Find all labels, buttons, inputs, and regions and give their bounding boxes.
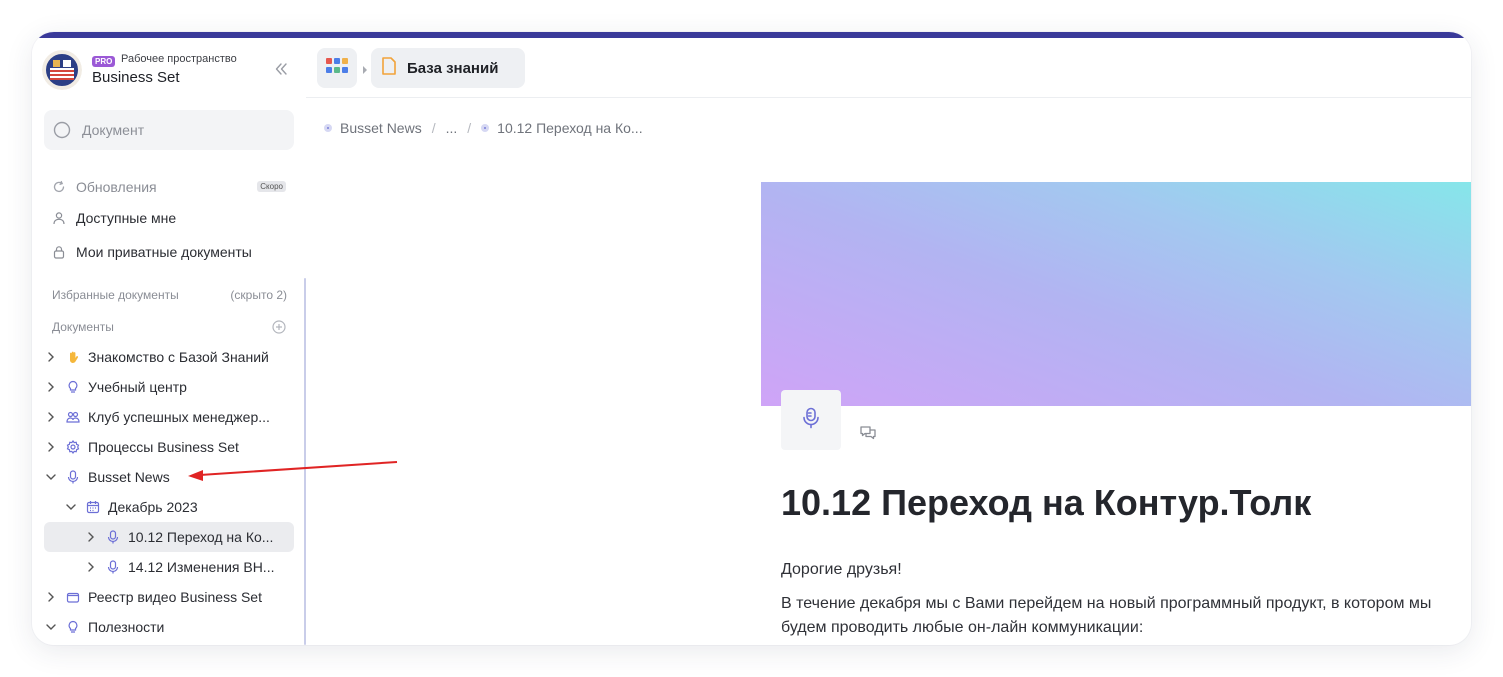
tree-item[interactable]: Реестр видео Business Set: [44, 582, 294, 612]
microphone-icon: [106, 560, 120, 574]
comments-icon[interactable]: [859, 424, 877, 442]
document-title[interactable]: 10.12 Переход на Контур.Толк: [781, 482, 1311, 524]
breadcrumb-separator: /: [431, 120, 436, 136]
breadcrumb-ellipsis[interactable]: ...: [446, 120, 458, 136]
nav-shared-label: Доступные мне: [76, 210, 177, 226]
app-window: PRO Рабочее пространство Business Set До…: [32, 32, 1471, 645]
header-chevron-icon: [361, 62, 369, 74]
nav-private-docs[interactable]: Мои приватные документы: [52, 241, 292, 263]
tree-item-label: Реестр видео Business Set: [88, 589, 262, 605]
knowledge-base-tab-label: База знаний: [407, 59, 499, 77]
document-cover: [761, 182, 1471, 406]
chevron-right-icon[interactable]: [44, 380, 58, 394]
tree-item[interactable]: Знакомство с Базой Знаний: [44, 342, 294, 372]
document-paragraph[interactable]: Дорогие друзья!: [781, 558, 902, 582]
chevron-right-icon[interactable]: [44, 410, 58, 424]
nav-updates-label: Обновления: [76, 179, 157, 195]
breadcrumb-separator: /: [467, 120, 472, 136]
nav-updates[interactable]: Обновления Скоро: [52, 176, 292, 198]
soon-badge: Скоро: [257, 181, 286, 192]
tree-item[interactable]: Busset News: [44, 462, 294, 492]
breadcrumb-item-current[interactable]: 10.12 Переход на Ко...: [497, 120, 642, 136]
add-document-icon[interactable]: [272, 320, 286, 334]
gear-icon: [66, 440, 80, 454]
tree-item-label: Знакомство с Базой Знаний: [88, 349, 269, 365]
chevron-down-icon[interactable]: [64, 500, 78, 514]
chevron-right-icon[interactable]: [84, 530, 98, 544]
apps-grid-icon: [326, 57, 348, 79]
user-icon: [52, 211, 66, 225]
document-icon-button[interactable]: [781, 390, 841, 450]
workspace-logo: [42, 50, 82, 90]
breadcrumb: Busset News / ... / 10.12 Переход на Ко.…: [324, 118, 643, 138]
tree-item[interactable]: Учебный центр: [44, 372, 294, 402]
chevron-down-icon[interactable]: [44, 470, 58, 484]
chevron-right-icon[interactable]: [44, 590, 58, 604]
folder-icon: [66, 590, 80, 604]
lightbulb-icon: [66, 620, 80, 634]
main-content: База знаний Busset News / ... / 10.12 Пе…: [306, 38, 1471, 645]
tree-item[interactable]: Клуб успешных менеджер...: [44, 402, 294, 432]
document-paragraph[interactable]: В течение декабря мы с Вами перейдем на …: [781, 592, 1461, 640]
documents-section-label: Документы: [52, 320, 114, 334]
chevron-right-icon[interactable]: [44, 440, 58, 454]
search-input[interactable]: [82, 110, 282, 150]
tree-item-label: Busset News: [88, 469, 170, 485]
search-box[interactable]: [44, 110, 294, 150]
favorites-hidden-count[interactable]: (скрыто 2): [230, 288, 287, 302]
document-icon: [381, 56, 397, 81]
breadcrumb-dot-icon: [324, 124, 332, 132]
chevron-right-icon[interactable]: [44, 350, 58, 364]
chevron-right-icon[interactable]: [84, 560, 98, 574]
workspace-name: Business Set: [92, 69, 180, 86]
microphone-icon: [802, 407, 820, 434]
lightbulb-icon: [66, 380, 80, 394]
lock-icon: [52, 245, 66, 259]
workspace-header[interactable]: PRO Рабочее пространство Business Set: [42, 48, 296, 94]
microphone-icon: [106, 530, 120, 544]
tree-item[interactable]: 14.12 Изменения ВН...: [44, 552, 294, 582]
search-icon: [53, 121, 71, 139]
knowledge-base-tab[interactable]: База знаний: [371, 48, 525, 88]
tree-item-label: 10.12 Переход на Ко...: [128, 529, 274, 545]
tree-item-label: Процессы Business Set: [88, 439, 239, 455]
collapse-sidebar-icon[interactable]: [272, 60, 290, 78]
refresh-icon: [52, 180, 66, 194]
favorites-section-label: Избранные документы: [52, 288, 179, 302]
hand-icon: [66, 350, 80, 364]
main-header: База знаний: [306, 38, 1471, 98]
tree-item-label: 14.12 Изменения ВН...: [128, 559, 275, 575]
workspace-caption: Рабочее пространство: [121, 53, 237, 65]
sidebar: PRO Рабочее пространство Business Set До…: [32, 38, 306, 645]
tree-item-label: Учебный центр: [88, 379, 187, 395]
tree-item[interactable]: Процессы Business Set: [44, 432, 294, 462]
calendar-icon: [86, 500, 100, 514]
tree-item-label: Клуб успешных менеджер...: [88, 409, 270, 425]
apps-button[interactable]: [317, 48, 357, 88]
tree-item-selected[interactable]: 10.12 Переход на Ко...: [44, 522, 294, 552]
tree-item[interactable]: Полезности: [44, 612, 294, 642]
tree-item-label: Полезности: [88, 619, 165, 635]
nav-private-label: Мои приватные документы: [76, 244, 252, 260]
chevron-down-icon[interactable]: [44, 620, 58, 634]
nav-shared-with-me[interactable]: Доступные мне: [52, 207, 292, 229]
group-icon: [66, 410, 80, 424]
microphone-icon: [66, 470, 80, 484]
tree-item[interactable]: Декабрь 2023: [44, 492, 294, 522]
tree-item-label: Декабрь 2023: [108, 499, 198, 515]
breadcrumb-dot-icon: [481, 124, 490, 132]
breadcrumb-item-busset-news[interactable]: Busset News: [340, 120, 422, 136]
pro-badge: PRO: [92, 56, 116, 67]
